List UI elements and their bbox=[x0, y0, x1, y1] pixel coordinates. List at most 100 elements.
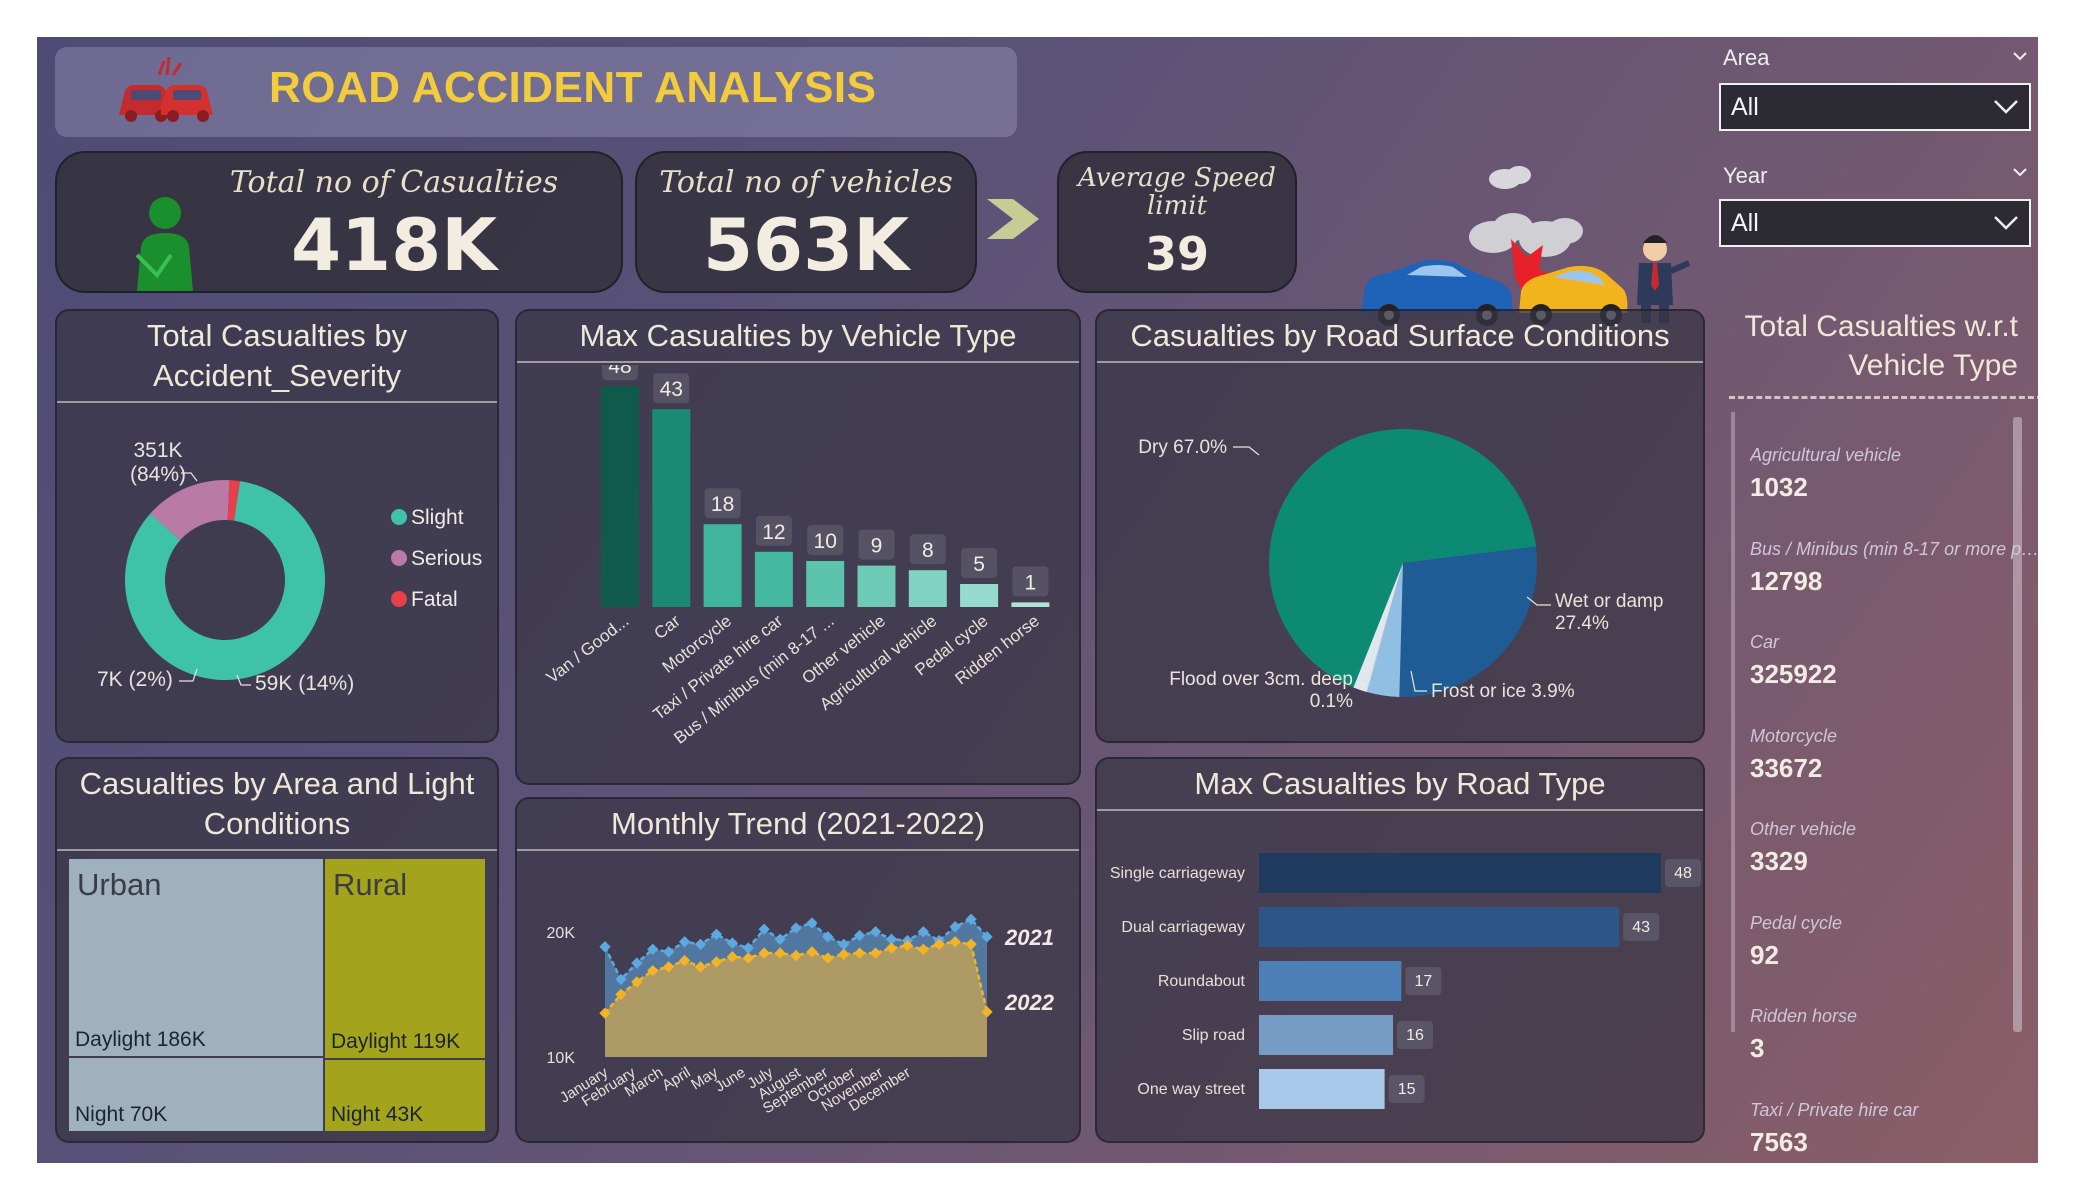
wet-data-label-2: 27.4% bbox=[1555, 613, 1609, 634]
slight-data-label-2: (84%) bbox=[130, 463, 186, 486]
chevron-down-icon bbox=[1994, 100, 2018, 114]
rural-header: Rural bbox=[333, 867, 408, 902]
dashboard-canvas: ROAD ACCIDENT ANALYSIS Total no of Casua… bbox=[37, 37, 2038, 1163]
vehicle-bar[interactable] bbox=[703, 524, 742, 607]
car-crash-icon bbox=[119, 56, 213, 122]
road-type-bar[interactable] bbox=[1259, 853, 1661, 893]
urban-daylight-cell[interactable]: Urban Daylight 186K bbox=[69, 859, 323, 1057]
vehicle-tick-label: Van / Good... bbox=[543, 611, 633, 687]
vehicle-list-item-name: Pedal cycle bbox=[1750, 912, 1843, 933]
year-slicer-dropdown[interactable]: All bbox=[1719, 199, 2031, 247]
vehicle-list-item-value: 7563 bbox=[1750, 1126, 1808, 1157]
dry-data-label: Dry 67.0% bbox=[1138, 437, 1227, 458]
legend-dot-fatal bbox=[391, 591, 407, 607]
year-slicer-value: All bbox=[1731, 209, 1759, 237]
vehicle-list-item-name: Agricultural vehicle bbox=[1750, 445, 1902, 465]
vehicle-list-item-value: 1032 bbox=[1750, 472, 1808, 502]
rural-daylight-cell[interactable]: Rural Daylight 119K bbox=[325, 859, 485, 1059]
vehicle-list-item: Other vehicle 3329 bbox=[1750, 819, 2038, 877]
kpi-vehicles-label: Total no of vehicles bbox=[659, 165, 953, 200]
legend-dot-serious bbox=[391, 550, 407, 566]
road-type-bar[interactable] bbox=[1259, 1069, 1385, 1109]
serious-data-label: 59K (14%) bbox=[255, 672, 354, 695]
flood-data-label-2: 0.1% bbox=[1310, 691, 1353, 712]
vehicle-list-item-name: Bus / Minibus (min 8-17 or more passenge… bbox=[1750, 538, 2038, 559]
vehicle-bar-value: 10 bbox=[814, 530, 837, 553]
vehicle-type-list-panel: Total Casualties w.r.t Vehicle Type Agri… bbox=[1721, 307, 2038, 1163]
vehicle-list-item: Agricultural vehicle 1032 bbox=[1750, 445, 2038, 503]
road-type-bar[interactable] bbox=[1259, 961, 1402, 1001]
area-light-title-line2: Conditions bbox=[203, 806, 351, 841]
road-surface-title: Casualties by Road Surface Conditions bbox=[1097, 311, 1703, 363]
road-type-label: Dual carriageway bbox=[1121, 919, 1245, 936]
vehicle-list-item-value: 33672 bbox=[1750, 752, 1823, 783]
vehicle-list-item: Pedal cycle 92 bbox=[1750, 913, 2038, 971]
kpi-speed-label-line1: Average Speed bbox=[1078, 163, 1276, 193]
vehicle-bar[interactable] bbox=[1011, 602, 1050, 607]
road-type-label: Roundabout bbox=[1158, 973, 1246, 990]
legend-dot-slight bbox=[391, 509, 407, 525]
urban-night-cell[interactable]: Night 70K bbox=[69, 1058, 323, 1131]
chevron-down-icon[interactable] bbox=[2013, 165, 2027, 179]
vehicle-bar[interactable] bbox=[652, 409, 691, 607]
urban-daylight-label: Daylight 186K bbox=[75, 1028, 206, 1052]
vehicle-bar[interactable] bbox=[960, 584, 999, 607]
road-type-value: 15 bbox=[1398, 1081, 1416, 1098]
series-label-2022: 2022 bbox=[1004, 990, 1055, 1015]
vehicle-bar-value: 48 bbox=[608, 365, 631, 378]
flood-data-label-1: Flood over 3cm. deep bbox=[1169, 669, 1353, 690]
severity-donut-chart: 351K (84%) 7K (2%) 59K (14%) Slight Serio… bbox=[97, 439, 482, 695]
chevron-down-icon[interactable] bbox=[2013, 49, 2027, 63]
legend-label-serious: Serious bbox=[411, 547, 482, 570]
road-type-value: 16 bbox=[1406, 1027, 1424, 1044]
car-collision-illustration bbox=[1361, 166, 1691, 326]
vehicle-bar-value: 5 bbox=[973, 553, 985, 576]
rural-night-cell[interactable]: Night 43K bbox=[325, 1060, 485, 1131]
y-tick-label: 10K bbox=[547, 1050, 576, 1067]
chevron-right-icon bbox=[987, 199, 1039, 239]
road-surface-panel: Casualties by Road Surface Conditions Dr… bbox=[1095, 309, 1705, 743]
vehicle-list-title-line1: Total Casualties w.r.t bbox=[1744, 310, 2018, 343]
road-type-bar[interactable] bbox=[1259, 1015, 1393, 1055]
vehicle-bar[interactable] bbox=[754, 551, 793, 607]
vehicle-list-title: Total Casualties w.r.t Vehicle Type bbox=[1718, 307, 2018, 385]
kpi-casualties-value: 418K bbox=[290, 203, 498, 287]
vehicle-list-item: Motorcycle 33672 bbox=[1750, 726, 2038, 784]
trend-point[interactable] bbox=[599, 941, 611, 953]
year-slicer-label: Year bbox=[1723, 163, 1768, 188]
chevron-down-icon bbox=[1994, 216, 2018, 230]
area-light-title-line1: Casualties by Area and Light bbox=[79, 766, 475, 801]
road-type-panel: Max Casualties by Road Type Single carri… bbox=[1095, 757, 1705, 1143]
severity-title-line2: Accident_Severity bbox=[152, 358, 402, 393]
surface-slice-1[interactable] bbox=[1399, 546, 1537, 697]
slight-data-label-1: 351K bbox=[133, 439, 182, 462]
area-light-title: Casualties by Area and Light Conditions bbox=[57, 759, 497, 851]
road-type-value: 17 bbox=[1414, 973, 1432, 990]
vehicle-bar-value: 9 bbox=[871, 535, 883, 558]
urban-header: Urban bbox=[77, 867, 162, 902]
vehicle-bar-value: 1 bbox=[1025, 571, 1037, 594]
vehicle-bar[interactable] bbox=[806, 561, 845, 607]
area-slicer-dropdown[interactable]: All bbox=[1719, 83, 2031, 131]
vehicle-list-item-name: Taxi / Private hire car bbox=[1750, 1099, 1919, 1120]
vehicle-bar-value: 43 bbox=[660, 378, 683, 401]
vehicle-bar-value: 18 bbox=[711, 493, 734, 516]
vehicle-list-divider bbox=[1729, 396, 2038, 399]
series-label-2021: 2021 bbox=[1004, 925, 1054, 950]
x-tick-label: June bbox=[712, 1064, 749, 1096]
road-type-bar-chart: Single carriageway 48 Dual carriageway 43 Ro… bbox=[1110, 853, 1701, 1109]
vehicle-bar[interactable] bbox=[908, 570, 947, 607]
rural-daylight-label: Daylight 119K bbox=[331, 1030, 461, 1054]
vehicle-list-item-name: Motorcycle bbox=[1750, 725, 1838, 746]
vehicle-list-item-name: Other vehicle bbox=[1750, 819, 1857, 839]
vehicle-bar[interactable] bbox=[857, 565, 896, 607]
vehicle-list-item-value: 325922 bbox=[1750, 659, 1837, 689]
urban-night-label: Night 70K bbox=[75, 1103, 168, 1126]
vehicle-list-item-name: Car bbox=[1750, 632, 1780, 652]
kpi-speed-label-line2: limit bbox=[1146, 191, 1208, 221]
road-type-label: One way street bbox=[1137, 1081, 1245, 1098]
area-slicer-value: All bbox=[1731, 93, 1759, 121]
monthly-trend-title: Monthly Trend (2021-2022) bbox=[517, 799, 1079, 851]
road-type-bar[interactable] bbox=[1259, 907, 1620, 947]
vehicle-bar[interactable] bbox=[601, 386, 639, 607]
